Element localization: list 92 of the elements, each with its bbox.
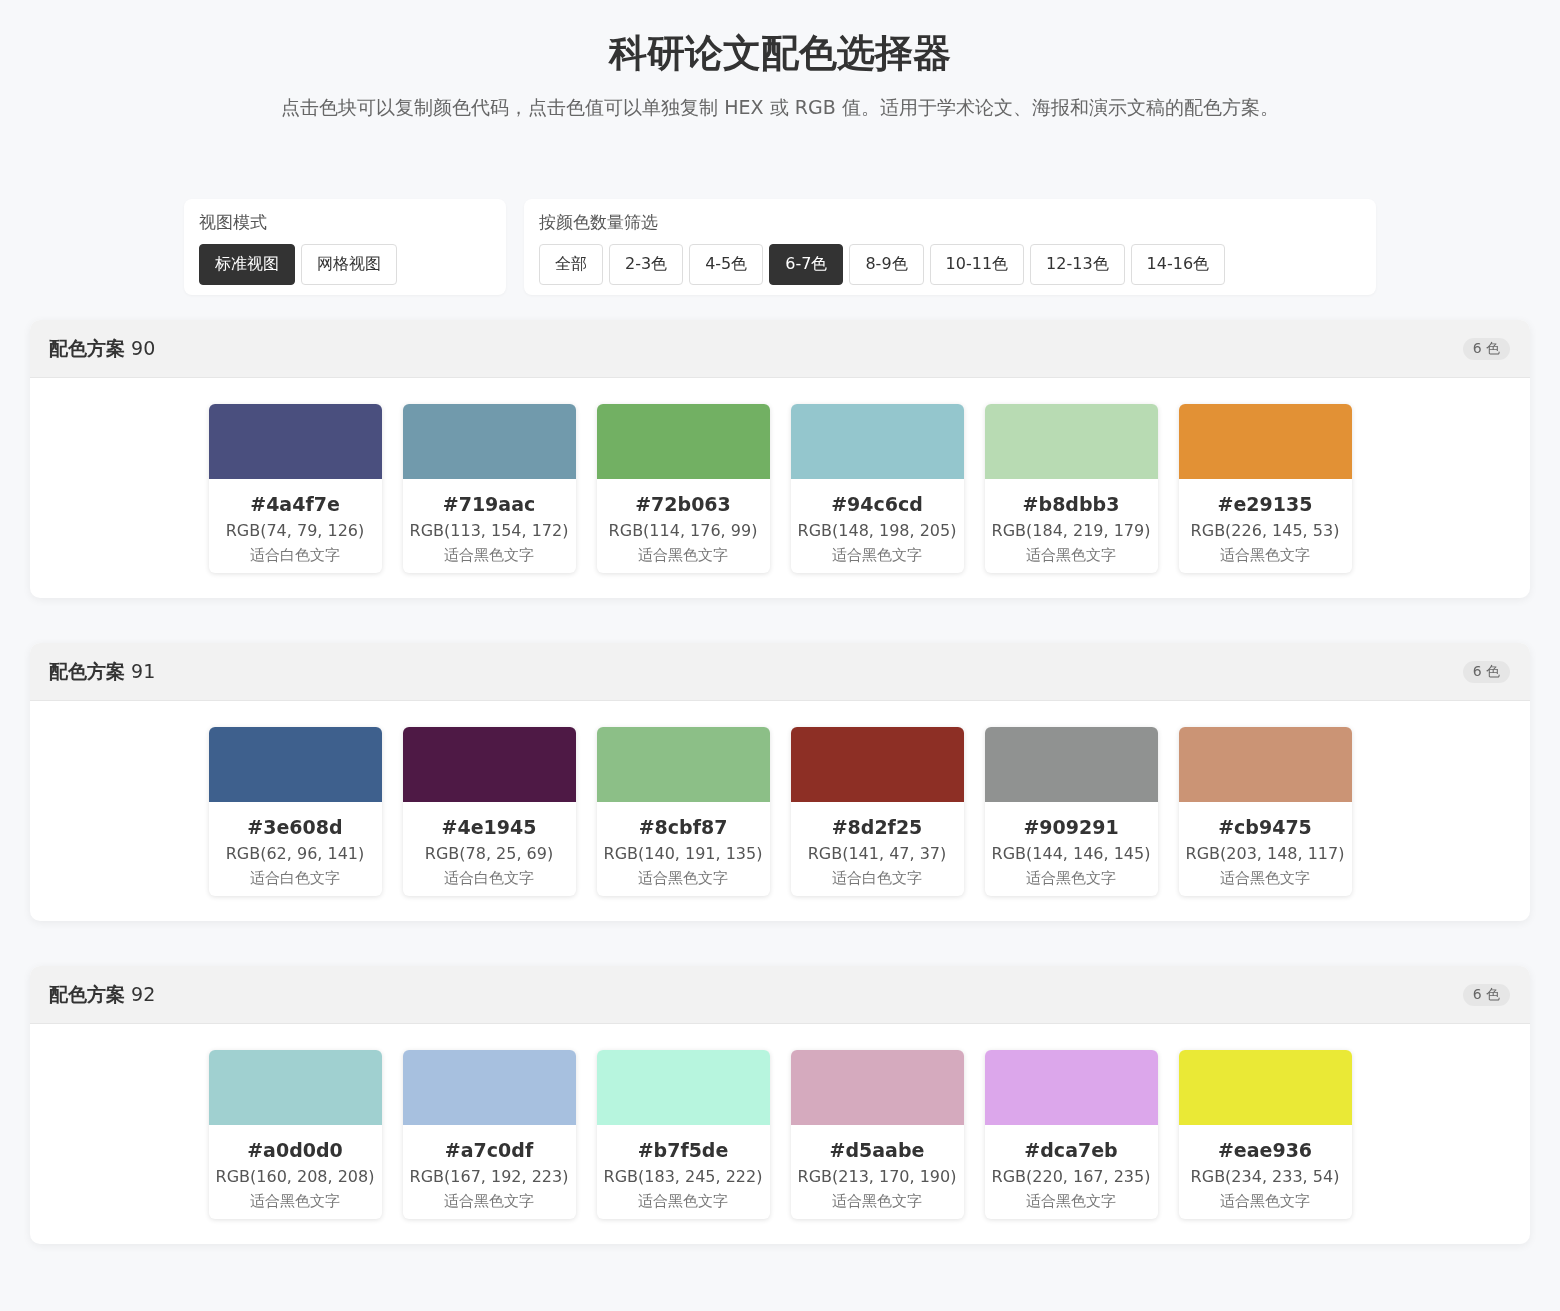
- color-swatch[interactable]: [208, 727, 382, 802]
- palette-title: 配色方案 91: [49, 658, 156, 684]
- text-color-hint: 适合黑色文字: [444, 545, 534, 565]
- rgb-value[interactable]: RGB(226, 145, 53): [1190, 517, 1340, 545]
- color-swatch[interactable]: [1178, 404, 1352, 479]
- hex-value[interactable]: #4a4f7e: [250, 491, 340, 517]
- hex-value[interactable]: #4e1945: [441, 814, 537, 840]
- hex-value[interactable]: #b8dbb3: [1022, 491, 1120, 517]
- text-color-hint: 适合黑色文字: [1220, 1191, 1310, 1211]
- rgb-value[interactable]: RGB(183, 245, 222): [603, 1163, 763, 1191]
- text-color-hint: 适合黑色文字: [1220, 545, 1310, 565]
- rgb-value[interactable]: RGB(78, 25, 69): [424, 840, 554, 868]
- text-color-hint: 适合黑色文字: [1220, 868, 1310, 888]
- hex-value[interactable]: #cb9475: [1218, 814, 1312, 840]
- rgb-value[interactable]: RGB(203, 148, 117): [1185, 840, 1345, 868]
- hex-value[interactable]: #72b063: [635, 491, 731, 517]
- color-count-badge: 6 色: [1462, 337, 1510, 360]
- rgb-value[interactable]: RGB(160, 208, 208): [215, 1163, 375, 1191]
- color-swatch[interactable]: [790, 727, 964, 802]
- view-mode-button[interactable]: 网格视图: [301, 244, 397, 285]
- filter-button[interactable]: 2-3色: [609, 244, 684, 285]
- rgb-value[interactable]: RGB(213, 170, 190): [797, 1163, 957, 1191]
- rgb-value[interactable]: RGB(141, 47, 37): [807, 840, 947, 868]
- group-label: 视图模式: [199, 211, 267, 234]
- filter-button[interactable]: 8-9色: [849, 244, 924, 285]
- color-swatch[interactable]: [208, 1050, 382, 1125]
- filter-button[interactable]: 4-5色: [689, 244, 764, 285]
- color-count-badge: 6 色: [1462, 983, 1510, 1006]
- filter-button[interactable]: 全部: [539, 244, 603, 285]
- color-swatch[interactable]: [984, 727, 1158, 802]
- text-color-hint: 适合黑色文字: [638, 545, 728, 565]
- text-color-hint: 适合黑色文字: [832, 545, 922, 565]
- page-title: 科研论文配色选择器: [609, 30, 951, 77]
- hex-value[interactable]: #a0d0d0: [247, 1137, 343, 1163]
- text-color-hint: 适合白色文字: [250, 545, 340, 565]
- text-color-hint: 适合白色文字: [250, 868, 340, 888]
- text-color-hint: 适合黑色文字: [638, 868, 728, 888]
- text-color-hint: 适合黑色文字: [250, 1191, 340, 1211]
- rgb-value[interactable]: RGB(220, 167, 235): [991, 1163, 1151, 1191]
- text-color-hint: 适合黑色文字: [1026, 1191, 1116, 1211]
- rgb-value[interactable]: RGB(234, 233, 54): [1190, 1163, 1340, 1191]
- text-color-hint: 适合黑色文字: [832, 1191, 922, 1211]
- color-swatch[interactable]: [790, 1050, 964, 1125]
- rgb-value[interactable]: RGB(62, 96, 141): [225, 840, 365, 868]
- text-color-hint: 适合黑色文字: [1026, 868, 1116, 888]
- color-swatch[interactable]: [596, 404, 770, 479]
- rgb-value[interactable]: RGB(113, 154, 172): [409, 517, 569, 545]
- hex-value[interactable]: #d5aabe: [829, 1137, 925, 1163]
- color-swatch[interactable]: [596, 1050, 770, 1125]
- color-swatch[interactable]: [790, 404, 964, 479]
- color-swatch[interactable]: [596, 727, 770, 802]
- color-swatch[interactable]: [402, 727, 576, 802]
- hex-value[interactable]: #a7c0df: [444, 1137, 534, 1163]
- color-swatch[interactable]: [402, 404, 576, 479]
- rgb-value[interactable]: RGB(184, 219, 179): [991, 517, 1151, 545]
- hex-value[interactable]: #94c6cd: [831, 491, 923, 517]
- color-count-badge: 6 色: [1462, 660, 1510, 683]
- color-swatch[interactable]: [984, 1050, 1158, 1125]
- hex-value[interactable]: #3e608d: [247, 814, 343, 840]
- filter-button[interactable]: 6-7色: [769, 244, 844, 285]
- text-color-hint: 适合白色文字: [444, 868, 534, 888]
- filter-button[interactable]: 10-11色: [929, 244, 1025, 285]
- filter-button[interactable]: 12-13色: [1030, 244, 1125, 285]
- view-mode-button[interactable]: 标准视图: [199, 244, 295, 285]
- color-swatch[interactable]: [1178, 1050, 1352, 1125]
- text-color-hint: 适合白色文字: [832, 868, 922, 888]
- hex-value[interactable]: #719aac: [442, 491, 536, 517]
- hex-value[interactable]: #e29135: [1217, 491, 1313, 517]
- rgb-value[interactable]: RGB(74, 79, 126): [225, 517, 365, 545]
- rgb-value[interactable]: RGB(148, 198, 205): [797, 517, 957, 545]
- group-label: 按颜色数量筛选: [539, 211, 658, 234]
- color-swatch[interactable]: [402, 1050, 576, 1125]
- text-color-hint: 适合黑色文字: [444, 1191, 534, 1211]
- text-color-hint: 适合黑色文字: [1026, 545, 1116, 565]
- hex-value[interactable]: #b7f5de: [637, 1137, 729, 1163]
- page-subtitle: 点击色块可以复制颜色代码，点击色值可以单独复制 HEX 或 RGB 值。适用于学术论文、海报和演示文稿的配色方案。: [281, 95, 1279, 120]
- text-color-hint: 适合黑色文字: [638, 1191, 728, 1211]
- filter-button[interactable]: 14-16色: [1130, 244, 1226, 285]
- hex-value[interactable]: #8d2f25: [831, 814, 923, 840]
- rgb-value[interactable]: RGB(144, 146, 145): [991, 840, 1151, 868]
- color-swatch[interactable]: [208, 404, 382, 479]
- hex-value[interactable]: #eae936: [1217, 1137, 1313, 1163]
- rgb-value[interactable]: RGB(167, 192, 223): [409, 1163, 569, 1191]
- rgb-value[interactable]: RGB(114, 176, 99): [608, 517, 758, 545]
- color-swatch[interactable]: [1178, 727, 1352, 802]
- hex-value[interactable]: #909291: [1023, 814, 1119, 840]
- rgb-value[interactable]: RGB(140, 191, 135): [603, 840, 763, 868]
- hex-value[interactable]: #dca7eb: [1024, 1137, 1118, 1163]
- palette-title: 配色方案 92: [49, 981, 156, 1007]
- palette-title: 配色方案 90: [49, 335, 156, 361]
- color-swatch[interactable]: [984, 404, 1158, 479]
- hex-value[interactable]: #8cbf87: [638, 814, 728, 840]
